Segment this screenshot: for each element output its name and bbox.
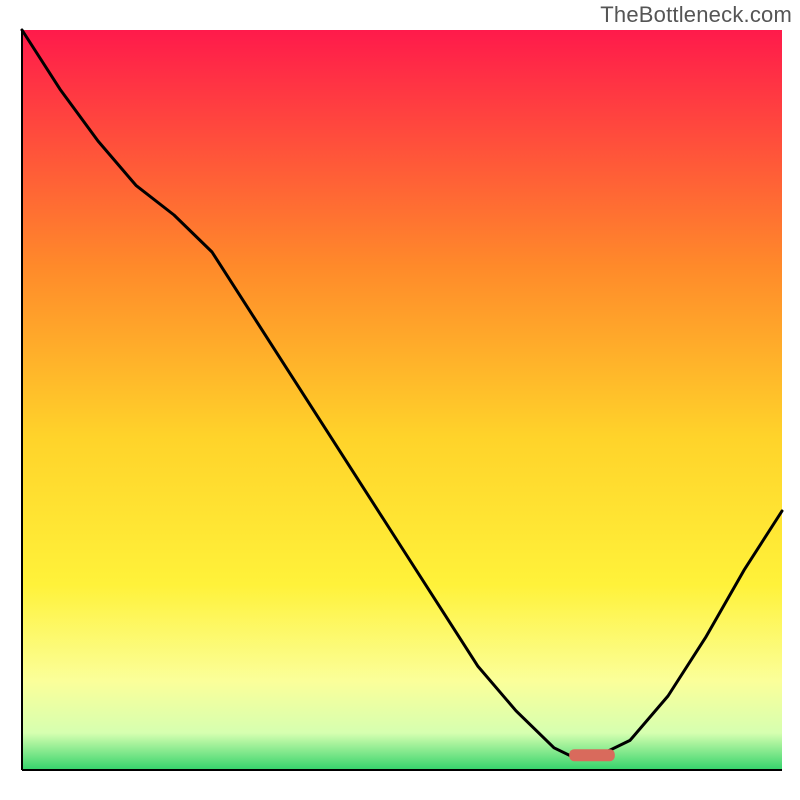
chart-svg (0, 0, 800, 800)
bottleneck-chart: TheBottleneck.com (0, 0, 800, 800)
plot-area (22, 30, 782, 770)
min-marker (569, 749, 615, 761)
gradient-background (22, 30, 782, 770)
